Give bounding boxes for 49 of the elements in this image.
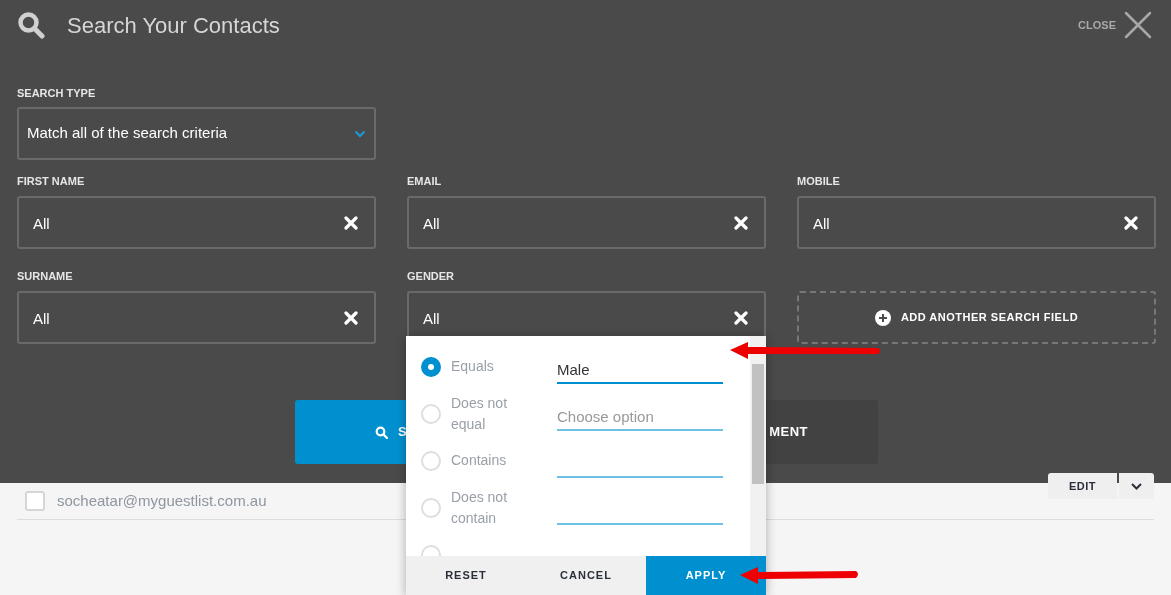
chevron-down-icon	[354, 129, 366, 138]
field-label: SURNAME	[17, 269, 74, 283]
radio-button[interactable]	[421, 403, 441, 424]
option-label: Does not contain	[451, 487, 509, 528]
filter-field[interactable]: All	[797, 196, 1156, 249]
select-value: Match all of the search criteria	[27, 123, 228, 144]
page-title: Search Your Contacts	[67, 11, 280, 40]
field-value: All	[423, 214, 440, 235]
field-value: All	[813, 214, 830, 235]
apply-button[interactable]: APPLY	[646, 556, 766, 595]
radio-button[interactable]	[421, 356, 441, 377]
clear-icon[interactable]	[734, 310, 748, 325]
search-icon	[17, 11, 45, 39]
field-value: All	[33, 309, 50, 330]
radio-button[interactable]	[421, 497, 441, 518]
field-label: EMAIL	[407, 174, 443, 188]
edit-button[interactable]: EDIT	[1048, 473, 1117, 499]
search-type-select[interactable]: Match all of the search criteria	[17, 107, 376, 160]
more-button[interactable]	[1119, 473, 1154, 499]
clear-icon[interactable]	[344, 310, 358, 325]
option-label: Equals	[451, 357, 495, 376]
clear-icon[interactable]	[344, 215, 358, 230]
filter-field[interactable]: All	[17, 291, 376, 344]
filter-field[interactable]: All	[407, 196, 766, 249]
row-checkbox[interactable]	[25, 491, 45, 511]
add-search-field-button[interactable]: ADD ANOTHER SEARCH FIELD	[797, 291, 1156, 344]
field-label: MOBILE	[797, 174, 841, 188]
footer-button[interactable]: RESET	[406, 556, 526, 595]
field-label: FIRST NAME	[17, 174, 86, 188]
field-value: All	[423, 309, 440, 330]
scrollbar-thumb[interactable]	[752, 364, 764, 484]
clear-icon[interactable]	[1124, 215, 1138, 230]
search-icon	[375, 425, 388, 439]
field-value: All	[33, 214, 50, 235]
option-label: Contains	[451, 451, 508, 470]
plus-circle-icon	[874, 309, 891, 326]
radio-button[interactable]	[421, 450, 441, 471]
chevron-down-icon	[1131, 482, 1142, 490]
option-label: Does not equal	[451, 393, 509, 434]
option-input[interactable]: Choose option	[557, 404, 723, 431]
contact-email: socheatar@myguestlist.com.au	[57, 490, 267, 511]
option-input[interactable]: Male	[557, 357, 723, 384]
close-icon	[1124, 11, 1152, 39]
close-button[interactable]: CLOSE	[1078, 11, 1152, 39]
clear-icon[interactable]	[734, 215, 748, 230]
footer-button[interactable]: CANCEL	[526, 556, 646, 595]
field-label: SEARCH TYPE	[17, 86, 97, 100]
field-label: GENDER	[407, 269, 456, 283]
filter-field[interactable]: All	[17, 196, 376, 249]
